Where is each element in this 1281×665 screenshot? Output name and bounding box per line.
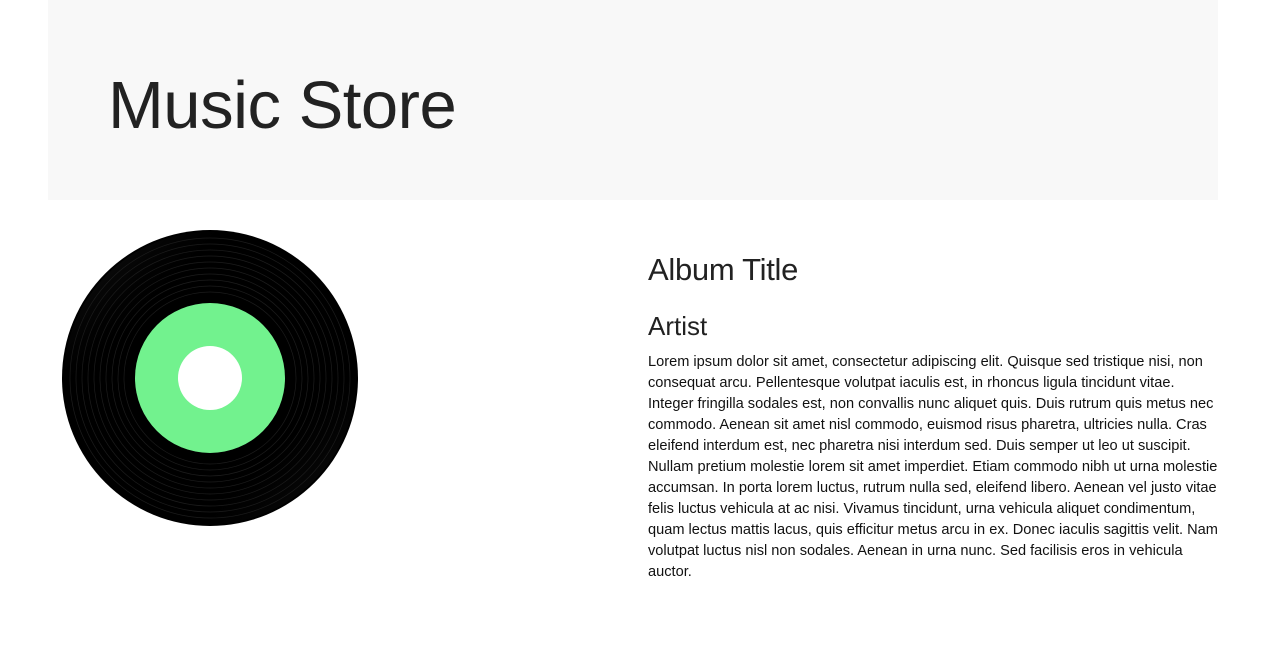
page-title: Music Store	[108, 68, 457, 143]
album-cover-image	[60, 228, 362, 530]
vinyl-record-icon	[62, 230, 358, 526]
header-jumbotron: Music Store	[48, 0, 1218, 200]
album-artist: Artist	[648, 311, 708, 341]
album-title: Album Title	[648, 252, 799, 287]
album-description: Lorem ipsum dolor sit amet, consectetur …	[648, 354, 1218, 580]
album-details: Album Title Artist Lorem ipsum dolor sit…	[648, 248, 1218, 583]
